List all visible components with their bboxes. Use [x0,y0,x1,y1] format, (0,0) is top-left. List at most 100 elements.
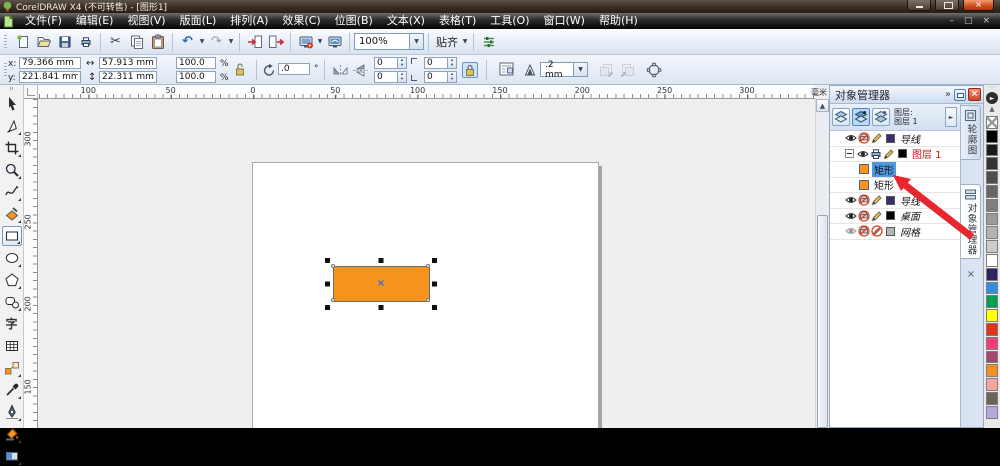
options-icon[interactable] [479,32,498,51]
open-icon[interactable] [34,32,53,51]
print-icon[interactable] [76,32,95,51]
doc-minimize-button[interactable]: – [949,13,954,29]
palette-flyout-icon[interactable]: ► [986,92,998,104]
mirror-horizontal-icon[interactable] [332,64,349,77]
selection-handle[interactable] [432,305,437,310]
round-corners-together-lock-icon[interactable] [462,62,478,78]
color-swatch[interactable] [986,144,998,157]
chevron-down-icon[interactable]: ▼ [198,38,206,45]
layer-row[interactable]: 网格 [830,224,960,240]
tree-item-label[interactable]: 网格 [898,224,922,239]
layer-color-swatch[interactable] [898,149,907,158]
mirror-vertical-icon[interactable] [352,64,369,77]
zoom-level-combo[interactable]: 100%▼ [354,33,424,50]
convert-to-curves-icon[interactable] [646,62,662,78]
chevron-down-icon[interactable]: ▼ [227,38,235,45]
restore-button[interactable] [935,0,959,11]
menu-item[interactable]: 位图(B) [328,13,380,29]
pencil-icon[interactable] [871,210,883,222]
layer-row[interactable]: 导线 [830,193,960,209]
eye-icon[interactable] [857,149,869,159]
scale-horizontal-input[interactable] [176,57,216,69]
object-row[interactable]: 矩形 [830,162,960,178]
object-row[interactable]: 矩形 [830,178,960,194]
smart-fill-tool[interactable] [2,204,22,224]
menu-item[interactable]: 效果(C) [275,13,327,29]
eye-icon[interactable] [845,133,857,143]
palette-scroll-up-icon[interactable]: ▲ [989,105,994,115]
color-swatch[interactable] [986,226,998,239]
no-color-swatch[interactable] [986,116,998,129]
layer-manager-view-icon[interactable] [872,108,890,126]
scale-ratio-lock-icon[interactable] [234,62,246,77]
cut-icon[interactable]: ✂ [106,32,125,51]
wrap-paragraph-text-icon[interactable] [498,61,515,77]
shape-tool[interactable] [2,116,22,136]
drawing-canvas[interactable]: × [38,99,815,428]
color-swatch[interactable] [986,240,998,253]
no-print-icon[interactable] [858,225,870,237]
basic-shapes-tool[interactable] [2,292,22,312]
color-swatch[interactable] [986,406,998,419]
menu-item[interactable]: 版面(L) [173,13,224,29]
no-print-icon[interactable] [858,132,870,144]
layer-row[interactable]: 桌面 [830,209,960,225]
menu-item[interactable]: 视图(V) [120,13,172,29]
selection-handle[interactable] [432,258,437,263]
to-front-of-layer-icon[interactable] [598,62,614,78]
color-swatch[interactable] [986,171,998,184]
layer-color-swatch[interactable] [886,227,895,236]
polygon-tool[interactable] [2,270,22,290]
no-edit-icon[interactable] [871,225,883,237]
pencil-icon[interactable] [871,194,883,206]
pick-tool[interactable] [2,94,22,114]
eye-icon[interactable] [845,195,857,205]
eyedropper-tool[interactable] [2,380,22,400]
menu-item[interactable]: 表格(T) [432,13,483,29]
selection-handle[interactable] [379,305,384,310]
ellipse-tool[interactable] [2,248,22,268]
color-swatch[interactable] [986,378,998,391]
layer-color-swatch[interactable] [886,196,895,205]
docker-tab-2[interactable]: 对象管理器 [961,184,981,260]
color-swatch[interactable] [986,282,998,295]
scale-vertical-input[interactable] [176,71,216,83]
import-icon[interactable] [245,32,264,51]
spin-buttons[interactable]: ▴▾ [448,71,457,83]
color-swatch[interactable] [986,268,998,281]
interactive-fill-tool[interactable] [2,446,22,466]
paste-icon[interactable] [148,32,167,51]
corner-radius-tr-input[interactable] [424,57,448,69]
chevron-down-icon[interactable]: ▼ [409,34,423,49]
color-swatch[interactable] [986,213,998,226]
print-icon[interactable] [870,148,882,160]
docker-tab-1[interactable]: 轮廓图 [961,105,981,160]
expand-toggle[interactable] [845,149,854,158]
selection-handle[interactable] [325,305,330,310]
new-document-icon[interactable] [13,32,32,51]
application-launcher-icon[interactable] [296,32,315,51]
selection-handle[interactable] [325,282,330,287]
color-swatch[interactable] [986,185,998,198]
tree-item-label[interactable]: 导线 [898,193,922,208]
doc-restore-button[interactable]: □ [964,13,973,29]
object-width-input[interactable] [99,57,157,69]
color-swatch[interactable] [986,337,998,350]
crop-tool[interactable] [2,138,22,158]
spin-buttons[interactable]: ▴▾ [448,57,457,69]
layer-color-swatch[interactable] [886,211,895,220]
export-icon[interactable] [266,32,285,51]
corner-radius-tl-input[interactable] [374,57,398,69]
menu-item[interactable]: 文本(X) [380,13,432,29]
corel-online-icon[interactable] [325,32,344,51]
no-print-icon[interactable] [858,210,870,222]
snap-to-menu[interactable]: 贴齐 [433,34,461,50]
redo-icon[interactable]: ↷ [207,32,226,51]
zoom-tool[interactable] [2,160,22,180]
tree-item-label[interactable]: 导线 [898,131,922,146]
outline-pen-tool[interactable] [2,402,22,422]
spin-buttons[interactable]: ▴▾ [398,71,407,83]
object-height-input[interactable] [99,71,157,83]
docker-close-button[interactable]: × [968,88,981,101]
ruler-origin-button[interactable] [24,85,38,99]
